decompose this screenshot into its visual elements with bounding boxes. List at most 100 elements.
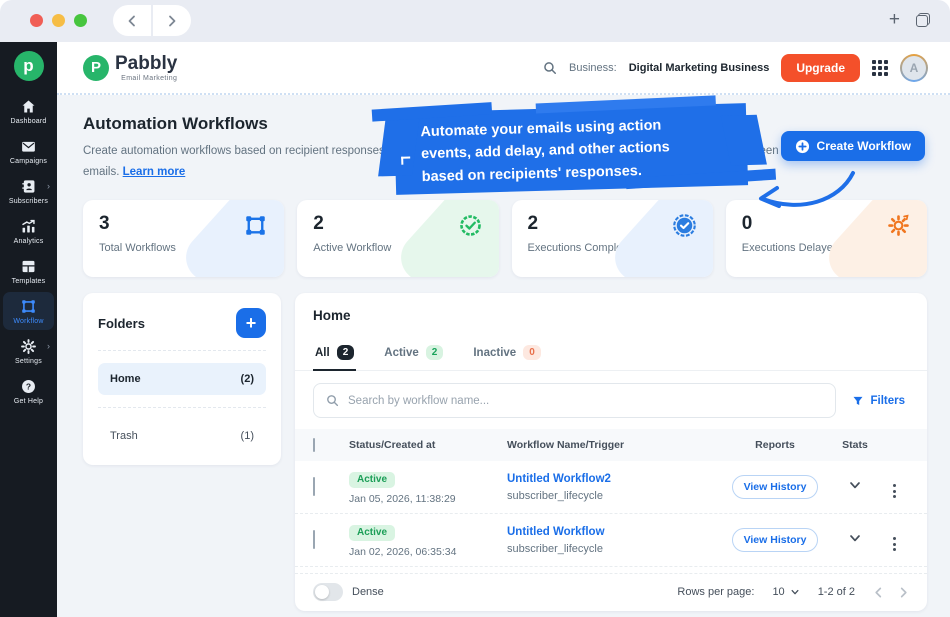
pabbly-logo-icon[interactable]: p xyxy=(14,51,44,81)
minimize-window-icon[interactable] xyxy=(52,14,65,27)
column-header: Reports xyxy=(719,439,831,451)
search-icon xyxy=(326,394,339,407)
table-row: Active Jan 02, 2026, 06:35:34 Untitled W… xyxy=(295,514,927,567)
row-menu-icon[interactable] xyxy=(887,482,902,500)
workflow-trigger: subscriber_lifecycle xyxy=(507,490,719,502)
dense-toggle[interactable] xyxy=(313,583,343,601)
gear-icon xyxy=(20,338,37,355)
view-history-button[interactable]: View History xyxy=(732,528,819,552)
chevron-right-icon: › xyxy=(47,341,50,351)
workflow-search[interactable] xyxy=(313,383,836,418)
workflow-name-link[interactable]: Untitled Workflow xyxy=(507,526,719,538)
chevron-down-icon[interactable] xyxy=(848,531,862,545)
status-tabs: All 2 Active 2 Inactive 0 xyxy=(295,336,927,371)
browser-chrome: + xyxy=(0,0,950,42)
page-title: Automation Workflows xyxy=(83,114,268,134)
screenshot-root: + p Dashboard Campaigns Subscribers › xyxy=(0,0,950,617)
workflow-icon xyxy=(20,298,37,315)
business-selector[interactable]: Digital Marketing Business xyxy=(629,62,770,74)
app-header: P Pabbly Email Marketing Business: Digit… xyxy=(57,42,950,95)
sidebar-item-settings[interactable]: Settings › xyxy=(3,332,54,370)
table-header: Status/Created at Workflow Name/Trigger … xyxy=(295,429,927,461)
sidebar-item-templates[interactable]: Templates xyxy=(3,252,54,290)
chevron-down-icon xyxy=(790,587,800,597)
sidebar-item-analytics[interactable]: Analytics xyxy=(3,212,54,250)
apps-grid-icon[interactable] xyxy=(872,60,888,76)
status-badge: Active xyxy=(349,472,395,488)
rows-per-page-select[interactable]: 10 xyxy=(772,586,799,598)
brush-tick-mark xyxy=(401,156,410,164)
close-window-icon[interactable] xyxy=(30,14,43,27)
tab-count-badge: 2 xyxy=(337,345,355,360)
chart-icon xyxy=(20,218,37,235)
sidebar-item-campaigns[interactable]: Campaigns xyxy=(3,132,54,170)
brand[interactable]: P Pabbly Email Marketing xyxy=(83,54,177,82)
row-menu-icon[interactable] xyxy=(887,535,902,553)
next-page-icon[interactable] xyxy=(898,587,909,598)
gear-timer-icon xyxy=(886,213,911,238)
tab-active[interactable]: Active 2 xyxy=(382,336,445,370)
brand-subtitle: Email Marketing xyxy=(115,75,177,82)
search-icon xyxy=(543,61,557,75)
new-tab-icon[interactable]: + xyxy=(889,10,900,29)
table-footer: Dense Rows per page: 10 1-2 of 2 xyxy=(295,573,927,611)
avatar[interactable]: A xyxy=(900,54,928,82)
create-workflow-button[interactable]: Create Workflow xyxy=(781,131,925,161)
pagination-range: 1-2 of 2 xyxy=(818,586,855,598)
column-header: Stats xyxy=(831,439,879,451)
panel-title: Home xyxy=(295,293,927,336)
window-controls xyxy=(30,14,87,27)
previous-page-icon[interactable] xyxy=(873,587,884,598)
sidebar-item-subscribers[interactable]: Subscribers › xyxy=(3,172,54,210)
seal-check-icon xyxy=(672,213,697,238)
tab-count-badge: 2 xyxy=(426,345,444,360)
funnel-icon xyxy=(852,395,864,407)
sidebar-item-workflow[interactable]: Workflow xyxy=(3,292,54,330)
header-actions: Business: Digital Marketing Business Upg… xyxy=(543,54,928,82)
envelope-icon xyxy=(20,138,37,155)
page-content: Automation Workflows Create automation w… xyxy=(57,95,950,617)
filters-button[interactable]: Filters xyxy=(852,395,909,407)
row-checkbox[interactable] xyxy=(313,530,315,549)
learn-more-link[interactable]: Learn more xyxy=(123,166,186,178)
rows-per-page-label: Rows per page: xyxy=(677,586,754,598)
column-header: Status/Created at xyxy=(349,439,507,451)
view-history-button[interactable]: View History xyxy=(732,475,819,499)
sidebar-item-get-help[interactable]: ? Get Help xyxy=(3,372,54,410)
folder-item-home[interactable]: Home (2) xyxy=(98,363,266,395)
browser-nav xyxy=(113,5,191,36)
upgrade-button[interactable]: Upgrade xyxy=(781,54,860,82)
created-at: Jan 05, 2026, 11:38:29 xyxy=(349,493,507,505)
back-icon[interactable] xyxy=(113,5,151,36)
pabbly-logo-icon: P xyxy=(83,55,109,81)
badge-check-icon xyxy=(458,213,483,238)
select-all-checkbox[interactable] xyxy=(313,438,315,452)
browser-tab-controls: + xyxy=(889,10,930,29)
chevron-right-icon: › xyxy=(47,181,50,191)
tab-inactive[interactable]: Inactive 0 xyxy=(471,336,542,370)
contacts-icon xyxy=(20,178,37,195)
main-area: P Pabbly Email Marketing Business: Digit… xyxy=(57,42,950,617)
workflow-name-link[interactable]: Untitled Workflow2 xyxy=(507,473,719,485)
dense-label: Dense xyxy=(352,586,384,598)
table-row: Active Jan 05, 2026, 11:38:29 Untitled W… xyxy=(295,461,927,514)
chevron-down-icon[interactable] xyxy=(848,478,862,492)
brand-name: Pabbly xyxy=(115,54,177,73)
search-input[interactable] xyxy=(348,395,823,407)
tab-all[interactable]: All 2 xyxy=(313,336,356,370)
zoom-window-icon[interactable] xyxy=(74,14,87,27)
svg-text:?: ? xyxy=(26,382,31,392)
row-checkbox[interactable] xyxy=(313,477,315,496)
forward-icon[interactable] xyxy=(151,5,191,36)
folder-item-trash[interactable]: Trash (1) xyxy=(98,420,266,452)
add-folder-button[interactable]: + xyxy=(236,308,266,338)
sidebar: p Dashboard Campaigns Subscribers › Anal… xyxy=(0,42,57,617)
sidebar-item-dashboard[interactable]: Dashboard xyxy=(3,92,54,130)
stat-card-executions-completed: 2 Executions Completed xyxy=(512,200,713,277)
workflow-trigger: subscriber_lifecycle xyxy=(507,543,719,555)
status-badge: Active xyxy=(349,525,395,541)
folder-count: (1) xyxy=(241,430,254,442)
search-row: Filters xyxy=(295,371,927,429)
workflows-panel: Home All 2 Active 2 Inactive xyxy=(295,293,927,611)
tab-overview-icon[interactable] xyxy=(916,13,930,27)
